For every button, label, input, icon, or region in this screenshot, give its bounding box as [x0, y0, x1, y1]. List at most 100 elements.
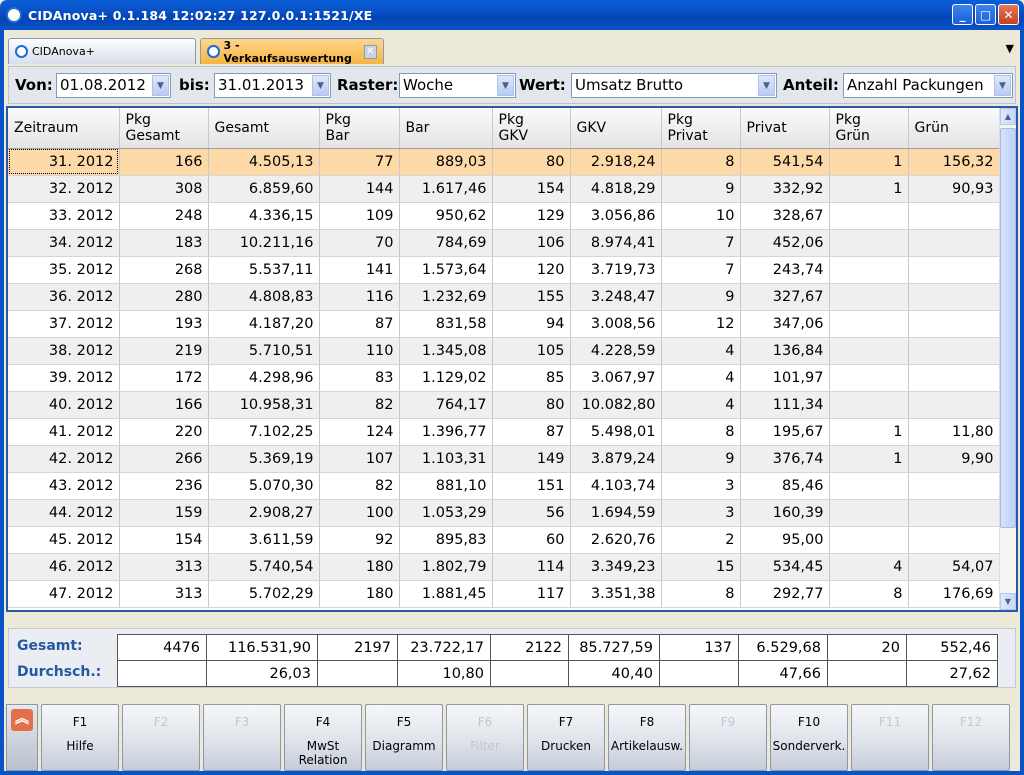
- dropdown-arrow-icon[interactable]: ▼: [152, 75, 169, 96]
- cell-pkg-gruen[interactable]: [829, 472, 909, 500]
- dropdown-arrow-icon[interactable]: ▼: [497, 75, 514, 96]
- cell-privat[interactable]: 376,74: [740, 445, 830, 473]
- col-header-zeitraum[interactable]: Zeitraum: [8, 108, 120, 149]
- cell-pkg-bar[interactable]: 107: [319, 445, 400, 473]
- col-header-gruen[interactable]: Grün: [908, 108, 1000, 149]
- tab-menu-arrow-icon[interactable]: ▼: [1006, 42, 1014, 55]
- cell-gruen[interactable]: 11,80: [908, 418, 1000, 446]
- cell-pkg-bar[interactable]: 82: [319, 391, 400, 419]
- cell-gkv[interactable]: 3.349,23: [570, 553, 662, 581]
- cell-pkg-privat[interactable]: 4: [661, 337, 741, 365]
- cell-privat[interactable]: 95,00: [740, 526, 830, 554]
- cell-pkg-privat[interactable]: 15: [661, 553, 741, 581]
- cell-zeitraum[interactable]: 44. 2012: [8, 499, 120, 527]
- cell-gruen[interactable]: [908, 391, 1000, 419]
- cell-pkg-privat[interactable]: 8: [661, 148, 741, 176]
- fkey-f12-button[interactable]: F12: [932, 704, 1010, 771]
- cell-gruen[interactable]: 54,07: [908, 553, 1000, 581]
- cell-pkg-gesamt[interactable]: 280: [119, 283, 209, 311]
- cell-privat[interactable]: 452,06: [740, 229, 830, 257]
- cell-pkg-privat[interactable]: 3: [661, 499, 741, 527]
- cell-pkg-gruen[interactable]: 8: [829, 580, 909, 608]
- table-row[interactable]: 31. 2012 166 4.505,13 77 889,03 80 2.918,24 8 54…: [8, 148, 1000, 176]
- cell-zeitraum[interactable]: 47. 2012: [8, 580, 120, 608]
- cell-pkg-bar[interactable]: 141: [319, 256, 400, 284]
- cell-pkg-gruen[interactable]: 1: [829, 175, 909, 203]
- table-row[interactable]: 37. 2012 193 4.187,20 87 831,58 94 3.008,56 12 3…: [8, 310, 1000, 338]
- cell-gruen[interactable]: [908, 229, 1000, 257]
- cell-privat[interactable]: 541,54: [740, 148, 830, 176]
- cell-pkg-privat[interactable]: 10: [661, 202, 741, 230]
- cell-gruen[interactable]: [908, 472, 1000, 500]
- cell-pkg-gkv[interactable]: 155: [492, 283, 571, 311]
- table-row[interactable]: 41. 2012 220 7.102,25 124 1.396,77 87 5.498,01…: [8, 418, 1000, 446]
- cell-bar[interactable]: 1.103,31: [399, 445, 493, 473]
- cell-gesamt[interactable]: 5.369,19: [208, 445, 320, 473]
- cell-pkg-gesamt[interactable]: 266: [119, 445, 209, 473]
- cell-privat[interactable]: 111,34: [740, 391, 830, 419]
- cell-pkg-bar[interactable]: 124: [319, 418, 400, 446]
- dropdown-arrow-icon[interactable]: ▼: [312, 75, 329, 96]
- cell-zeitraum[interactable]: 31. 2012: [8, 148, 120, 176]
- table-row[interactable]: 33. 2012 248 4.336,15 109 950,62 129 3.056,86 1…: [8, 202, 1000, 230]
- table-row[interactable]: 47. 2012 313 5.702,29 180 1.881,45 117 3.351,3…: [8, 580, 1000, 608]
- cell-pkg-gruen[interactable]: [829, 337, 909, 365]
- fkey-f8-button[interactable]: F8 Artikelausw.: [608, 704, 686, 771]
- cell-gruen[interactable]: 90,93: [908, 175, 1000, 203]
- expand-toolbar-button[interactable]: ︽: [6, 704, 38, 771]
- cell-gruen[interactable]: [908, 337, 1000, 365]
- cell-pkg-gruen[interactable]: [829, 202, 909, 230]
- cell-gkv[interactable]: 8.974,41: [570, 229, 662, 257]
- cell-pkg-gruen[interactable]: 1: [829, 418, 909, 446]
- cell-pkg-bar[interactable]: 70: [319, 229, 400, 257]
- cell-pkg-gruen[interactable]: [829, 310, 909, 338]
- cell-privat[interactable]: 328,67: [740, 202, 830, 230]
- cell-bar[interactable]: 889,03: [399, 148, 493, 176]
- cell-gesamt[interactable]: 10.211,16: [208, 229, 320, 257]
- cell-zeitraum[interactable]: 46. 2012: [8, 553, 120, 581]
- cell-pkg-gkv[interactable]: 80: [492, 148, 571, 176]
- cell-gesamt[interactable]: 5.740,54: [208, 553, 320, 581]
- cell-gkv[interactable]: 4.818,29: [570, 175, 662, 203]
- fkey-f5-button[interactable]: F5 Diagramm: [365, 704, 443, 771]
- cell-gruen[interactable]: [908, 256, 1000, 284]
- table-row[interactable]: 38. 2012 219 5.710,51 110 1.345,08 105 4.228,5…: [8, 337, 1000, 365]
- cell-gkv[interactable]: 10.082,80: [570, 391, 662, 419]
- cell-bar[interactable]: 1.396,77: [399, 418, 493, 446]
- cell-pkg-gruen[interactable]: [829, 499, 909, 527]
- cell-pkg-gruen[interactable]: 1: [829, 445, 909, 473]
- cell-pkg-bar[interactable]: 180: [319, 553, 400, 581]
- cell-zeitraum[interactable]: 37. 2012: [8, 310, 120, 338]
- cell-gesamt[interactable]: 4.298,96: [208, 364, 320, 392]
- cell-privat[interactable]: 332,92: [740, 175, 830, 203]
- cell-pkg-gesamt[interactable]: 313: [119, 553, 209, 581]
- cell-gkv[interactable]: 4.228,59: [570, 337, 662, 365]
- cell-pkg-bar[interactable]: 180: [319, 580, 400, 608]
- cell-privat[interactable]: 292,77: [740, 580, 830, 608]
- cell-privat[interactable]: 243,74: [740, 256, 830, 284]
- cell-gruen[interactable]: [908, 526, 1000, 554]
- cell-pkg-gkv[interactable]: 117: [492, 580, 571, 608]
- cell-pkg-gkv[interactable]: 149: [492, 445, 571, 473]
- cell-pkg-gkv[interactable]: 120: [492, 256, 571, 284]
- tab-verkaufsauswertung[interactable]: 3 - Verkaufsauswertung ✕: [200, 38, 384, 65]
- cell-bar[interactable]: 1.053,29: [399, 499, 493, 527]
- cell-zeitraum[interactable]: 35. 2012: [8, 256, 120, 284]
- cell-gkv[interactable]: 3.056,86: [570, 202, 662, 230]
- cell-pkg-gkv[interactable]: 85: [492, 364, 571, 392]
- cell-gesamt[interactable]: 6.859,60: [208, 175, 320, 203]
- raster-select[interactable]: Woche ▼: [399, 73, 516, 98]
- cell-pkg-gkv[interactable]: 114: [492, 553, 571, 581]
- cell-gkv[interactable]: 3.248,47: [570, 283, 662, 311]
- cell-gesamt[interactable]: 4.808,83: [208, 283, 320, 311]
- cell-gesamt[interactable]: 10.958,31: [208, 391, 320, 419]
- cell-zeitraum[interactable]: 34. 2012: [8, 229, 120, 257]
- cell-gruen[interactable]: [908, 202, 1000, 230]
- von-date-select[interactable]: 01.08.2012 ▼: [56, 73, 171, 98]
- col-header-pkg-privat[interactable]: Pkg Privat: [661, 108, 741, 149]
- cell-pkg-privat[interactable]: 9: [661, 175, 741, 203]
- cell-gkv[interactable]: 2.620,76: [570, 526, 662, 554]
- cell-gesamt[interactable]: 7.102,25: [208, 418, 320, 446]
- cell-gesamt[interactable]: 4.336,15: [208, 202, 320, 230]
- cell-pkg-gesamt[interactable]: 220: [119, 418, 209, 446]
